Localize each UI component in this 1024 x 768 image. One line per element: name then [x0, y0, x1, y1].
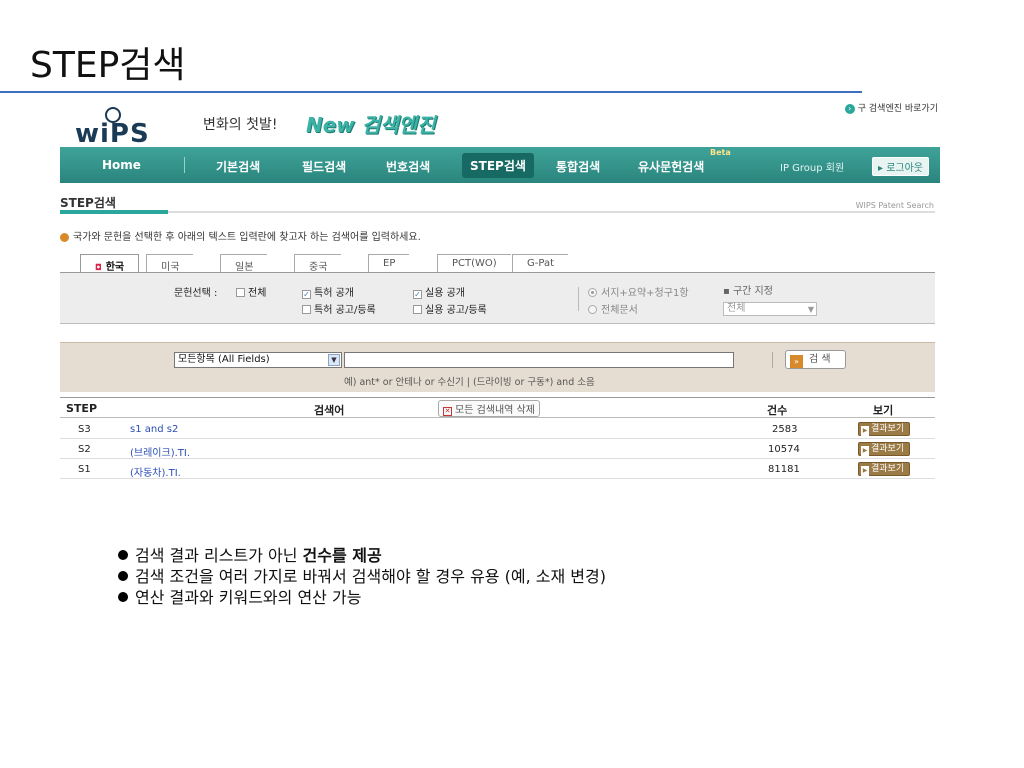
nav-field-search[interactable]: 필드검색: [302, 158, 346, 175]
chevron-down-icon: ▼: [807, 305, 814, 314]
count-cell: 81181: [768, 464, 800, 475]
bullet-item: 연산 결과와 키워드와의 연산 가능: [118, 587, 606, 608]
title-rule: [0, 91, 862, 93]
count-cell: 10574: [768, 444, 800, 455]
col-query: 검색어: [314, 404, 345, 417]
wips-logo[interactable]: wiPS: [75, 107, 160, 149]
step-cell: S2: [78, 444, 91, 455]
bullet-icon: [118, 592, 128, 602]
logout-button[interactable]: ▸ 로그아웃: [872, 157, 930, 176]
radio-icon: [588, 305, 597, 314]
query-link[interactable]: (자동차).TI.: [130, 464, 181, 479]
query-link[interactable]: s1 and s2: [130, 424, 178, 435]
table-row: S2 (브레이크).TI. 10574 ▶ 결과보기: [60, 440, 935, 459]
table-row: S1 (자동차).TI. 81181 ▶ 결과보기: [60, 460, 935, 479]
options-divider: [578, 287, 579, 311]
field-select[interactable]: 모든항목 (All Fields) ▼: [174, 352, 342, 368]
slide-bullets: 검색 결과 리스트가 아닌 건수를 제공 검색 조건을 여러 가지로 바꿔서 검…: [118, 545, 606, 608]
search-divider: [772, 352, 773, 368]
delete-all-button[interactable]: ✕ 모든 검색내역 삭제: [438, 400, 540, 417]
range-label: ▪ 구간 지정: [723, 286, 773, 297]
col-count: 건수: [767, 404, 788, 417]
view-results-button[interactable]: ▶ 결과보기: [858, 422, 910, 436]
selected-icon: ◘: [95, 263, 102, 272]
wips-screenshot: wiPS 변화의 첫발! New 검색엔진 › 구 검색엔진 바로가기 Home …: [60, 97, 940, 489]
section-divider: [60, 211, 935, 213]
utility-pub-checkbox[interactable]: ✓ 실용 공개: [413, 284, 465, 299]
patent-reg-checkbox[interactable]: 특허 공고/등록: [302, 301, 376, 316]
play-icon: ▶: [861, 446, 869, 456]
col-view: 보기: [873, 404, 894, 417]
view-results-button[interactable]: ▶ 결과보기: [858, 462, 910, 476]
document-options: 문헌선택 : 전체 ✓ 특허 공개 ✓ 실용 공개 특허 공고/등록 실용 공고/등…: [60, 272, 935, 324]
section-accent: [60, 210, 168, 214]
checked-icon: ✓: [302, 290, 311, 299]
play-icon: ▶: [861, 466, 869, 476]
tab-gpat[interactable]: G-Pat: [512, 254, 568, 272]
beta-badge: Beta: [710, 148, 731, 157]
tab-korea[interactable]: ◘ 한국: [80, 254, 140, 273]
wips-patent-search-label: WIPS Patent Search: [855, 201, 934, 210]
double-arrow-icon: »: [790, 355, 803, 368]
search-panel: 모든항목 (All Fields) ▼ » 검 색 예) ant* or 안테나 o…: [60, 342, 935, 392]
table-row: S3 s1 and s2 2583 ▶ 결과보기: [60, 420, 935, 439]
tab-china[interactable]: 중국: [294, 254, 342, 273]
history-table-header: STEP 검색어 ✕ 모든 검색내역 삭제 건수 보기: [60, 397, 935, 418]
nav-step-search[interactable]: STEP검색: [462, 153, 534, 178]
nav-basic-search[interactable]: 기본검색: [216, 158, 260, 175]
checked-icon: ✓: [413, 290, 422, 299]
step-cell: S1: [78, 464, 91, 475]
nav-similar-doc-search[interactable]: 유사문헌검색: [638, 158, 704, 175]
play-icon: ▶: [861, 426, 869, 436]
tab-ep[interactable]: EP: [368, 254, 410, 272]
tagline: 변화의 첫발!: [203, 117, 278, 133]
tab-pct[interactable]: PCT(WO): [437, 254, 511, 272]
old-engine-link[interactable]: › 구 검색엔진 바로가기: [844, 101, 938, 114]
checkbox-icon: [413, 305, 422, 314]
arrow-circle-icon: ›: [844, 104, 855, 114]
step-cell: S3: [78, 424, 91, 435]
col-step: STEP: [66, 402, 98, 415]
scope-summary-radio[interactable]: 서지+요약+청구1항: [588, 284, 689, 299]
doc-select-label: 문헌선택 :: [174, 288, 218, 299]
nav-number-search[interactable]: 번호검색: [386, 158, 430, 175]
nav-home[interactable]: Home: [102, 158, 141, 172]
ip-group-label: IP Group 회원: [780, 163, 845, 174]
count-cell: 2583: [772, 424, 798, 435]
scope-full-radio[interactable]: 전체문서: [588, 301, 638, 316]
chevron-down-icon: ▼: [328, 354, 340, 366]
info-icon: [60, 232, 69, 242]
slide-title: STEP검색: [30, 45, 186, 86]
bullet-item: 검색 결과 리스트가 아닌 건수를 제공: [118, 545, 606, 566]
checkbox-icon: [302, 305, 311, 314]
tab-usa[interactable]: 미국: [146, 254, 194, 273]
search-hint: 예) ant* or 안테나 or 수신기 | (드라이빙 or 구동*) an…: [344, 377, 595, 388]
bullet-icon: [118, 571, 128, 581]
brand-logo: New 검색엔진: [306, 113, 436, 137]
tab-japan[interactable]: 일본: [220, 254, 268, 273]
checkbox-icon: [236, 288, 245, 297]
all-checkbox[interactable]: 전체: [236, 284, 266, 299]
search-button[interactable]: » 검 색: [785, 350, 846, 369]
section-title: STEP검색: [60, 196, 116, 210]
utility-reg-checkbox[interactable]: 실용 공고/등록: [413, 301, 487, 316]
search-input[interactable]: [344, 352, 734, 368]
close-icon: ✕: [443, 407, 452, 416]
instruction: 국가와 문헌을 선택한 후 아래의 텍스트 입력란에 찾고자 하는 검색어를 입…: [60, 228, 421, 243]
bullet-icon: [118, 550, 128, 560]
bullet-item: 검색 조건을 여러 가지로 바꿔서 검색해야 할 경우 유용 (예, 소재 변경…: [118, 566, 606, 587]
nav-divider: [184, 157, 185, 173]
query-link[interactable]: (브레이크).TI.: [130, 444, 190, 459]
main-nav: Home 기본검색 필드검색 번호검색 STEP검색 통합검색 Beta 유사문…: [60, 147, 940, 183]
nav-integrated-search[interactable]: 통합검색: [556, 158, 600, 175]
radio-icon: [588, 288, 597, 297]
patent-pub-checkbox[interactable]: ✓ 특허 공개: [302, 284, 354, 299]
view-results-button[interactable]: ▶ 결과보기: [858, 442, 910, 456]
range-select[interactable]: 전체 ▼: [723, 302, 817, 316]
